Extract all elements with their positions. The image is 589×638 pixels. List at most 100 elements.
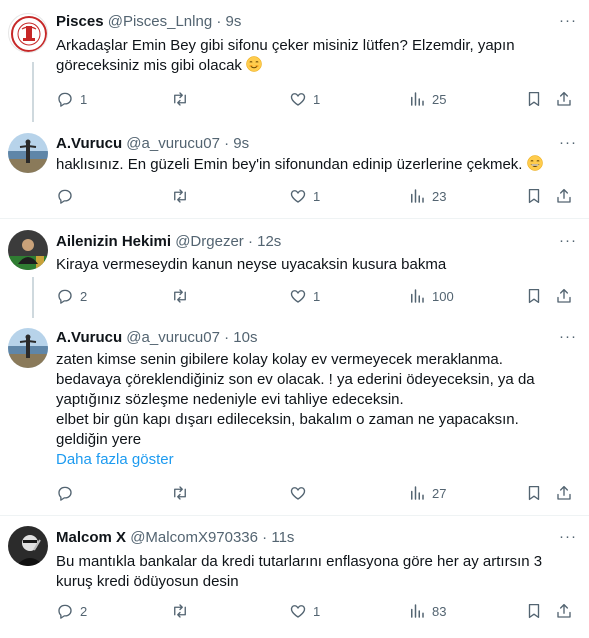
retweet-icon (174, 92, 186, 106)
display-name[interactable]: Pisces (56, 13, 104, 30)
share-icon (557, 288, 571, 303)
timestamp[interactable]: 9s (226, 13, 242, 30)
tweet-2[interactable]: A.Vurucu @a_vurucu07 · 9s ··· haklısınız… (0, 122, 589, 217)
views-button[interactable]: 100 (408, 286, 454, 306)
tweet-text: Kiraya vermeseydin kanun neyse uyacaksin… (56, 255, 569, 275)
share-button[interactable] (555, 601, 573, 621)
avatar-photo (8, 328, 48, 368)
more-options-icon[interactable]: ··· (559, 12, 577, 29)
reply-button[interactable] (56, 483, 80, 503)
retweet-icon (174, 486, 186, 500)
tweet-5[interactable]: Malcom X @MalcomX970336 · 11s ··· Bu man… (0, 515, 589, 638)
timestamp[interactable]: 9s (233, 135, 249, 152)
heart-icon (290, 290, 306, 303)
bookmark-button[interactable] (525, 89, 543, 109)
tweet-text: Bu mantıkla bankalar da kredi tutarların… (56, 552, 569, 592)
more-options-icon[interactable]: ··· (559, 328, 577, 345)
heart-icon (290, 487, 306, 500)
reply-icon (58, 289, 72, 304)
bookmark-button[interactable] (525, 186, 543, 206)
timestamp[interactable]: 12s (257, 233, 281, 250)
reply-button[interactable]: 2 (56, 286, 87, 306)
timestamp[interactable]: 11s (271, 529, 294, 546)
share-button[interactable] (555, 186, 573, 206)
views-icon (411, 604, 424, 618)
bookmark-button[interactable] (525, 483, 543, 503)
avatar[interactable] (8, 526, 48, 566)
share-icon (557, 603, 571, 618)
avatar[interactable] (8, 328, 48, 368)
retweet-icon (174, 189, 186, 203)
retweet-button[interactable] (171, 186, 195, 206)
view-count: 100 (432, 288, 454, 304)
views-button[interactable]: 83 (408, 601, 446, 621)
tweet-actions: 2 1 83 (56, 601, 577, 621)
view-count: 23 (432, 188, 447, 204)
retweet-icon (174, 604, 186, 618)
like-button[interactable]: 1 (289, 89, 320, 109)
retweet-button[interactable] (171, 286, 195, 306)
like-button[interactable]: 1 (289, 601, 320, 621)
user-handle[interactable]: @MalcomX970336 (130, 529, 258, 546)
reply-count: 2 (80, 288, 88, 304)
share-icon (557, 485, 571, 500)
retweet-button[interactable] (171, 483, 195, 503)
reply-button[interactable]: 1 (56, 89, 87, 109)
retweet-button[interactable] (171, 601, 195, 621)
like-button[interactable]: 1 (289, 186, 320, 206)
share-button[interactable] (555, 483, 573, 503)
thread-line (32, 277, 34, 319)
tweet-text-line: yaptığınız sözleşme nedeniyle evi tahliy… (56, 391, 404, 408)
avatar-photo (8, 133, 48, 173)
avatar[interactable] (8, 133, 48, 173)
display-name[interactable]: A.Vurucu (56, 135, 122, 152)
tweet-3[interactable]: Ailenizin Hekimi @Drgezer · 12s ··· Kira… (0, 218, 589, 319)
reply-icon (58, 92, 72, 107)
views-icon (411, 189, 424, 203)
retweet-button[interactable] (171, 89, 195, 109)
tweet-1[interactable]: Pisces @Pisces_Lnlng · 9s ··· Arkadaşlar… (0, 0, 589, 124)
user-handle[interactable]: @Pisces_Lnlng (108, 13, 212, 30)
share-button[interactable] (555, 286, 573, 306)
show-more-link[interactable]: Daha fazla göster (56, 450, 569, 470)
timestamp[interactable]: 10s (233, 329, 257, 346)
more-options-icon[interactable]: ··· (559, 528, 577, 545)
bookmark-icon (528, 188, 540, 204)
like-count: 1 (313, 603, 321, 619)
reply-button[interactable] (56, 186, 80, 206)
tweet-header: Ailenizin Hekimi @Drgezer · 12s (56, 232, 579, 252)
views-button[interactable]: 23 (408, 186, 446, 206)
share-button[interactable] (555, 89, 573, 109)
heart-icon (290, 605, 306, 618)
pisces-logo (11, 16, 47, 52)
tweet-actions: 1 1 25 (56, 89, 577, 109)
bookmark-button[interactable] (525, 286, 543, 306)
like-button[interactable] (289, 483, 313, 503)
view-count: 25 (432, 91, 447, 107)
more-options-icon[interactable]: ··· (559, 232, 577, 249)
views-button[interactable]: 25 (408, 89, 446, 109)
like-button[interactable]: 1 (289, 286, 320, 306)
view-count: 83 (432, 603, 447, 619)
tweet-text-line: haklısınız. En güzeli Emin bey'in sifonu… (56, 156, 523, 173)
tweet-text-line: göreceksiniz mis gibi olacak (56, 57, 242, 74)
user-handle[interactable]: @a_vurucu07 (126, 329, 220, 346)
display-name[interactable]: Ailenizin Hekimi (56, 233, 171, 250)
reply-button[interactable]: 2 (56, 601, 87, 621)
more-options-icon[interactable]: ··· (559, 134, 577, 151)
grinning-face-icon (526, 155, 543, 171)
views-button[interactable]: 27 (408, 483, 446, 503)
display-name[interactable]: Malcom X (56, 529, 126, 546)
view-count: 27 (432, 485, 447, 501)
avatar[interactable] (8, 230, 48, 270)
avatar-photo (8, 230, 48, 270)
avatar[interactable] (8, 13, 48, 53)
display-name[interactable]: A.Vurucu (56, 329, 122, 346)
share-icon (557, 188, 571, 203)
user-handle[interactable]: @Drgezer (175, 233, 244, 250)
user-handle[interactable]: @a_vurucu07 (126, 135, 220, 152)
separator-dot: · (216, 13, 222, 30)
tweet-4[interactable]: A.Vurucu @a_vurucu07 · 10s ··· zaten kim… (0, 318, 589, 514)
bookmark-button[interactable] (525, 601, 543, 621)
bookmark-icon (528, 485, 540, 501)
